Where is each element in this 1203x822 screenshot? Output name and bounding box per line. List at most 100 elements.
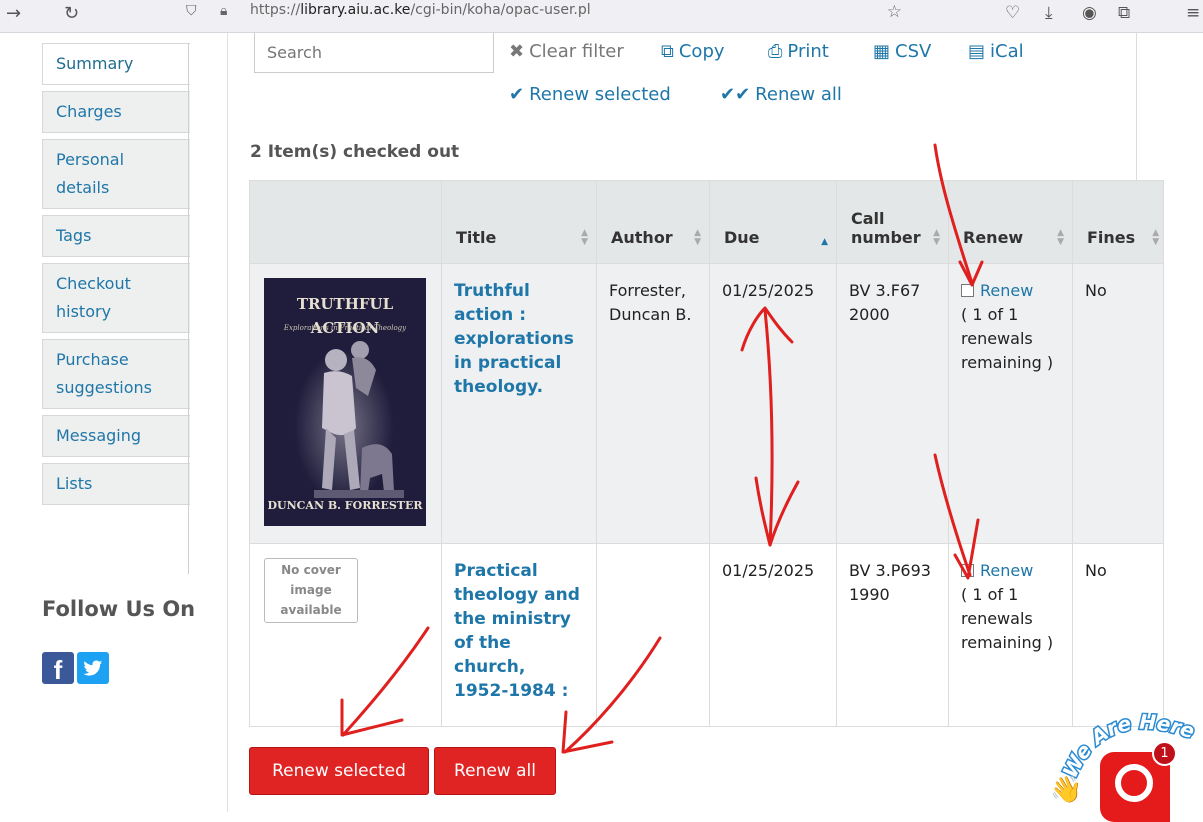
menu-item-purchase-suggestions[interactable]: Purchase suggestions: [42, 339, 190, 409]
header-fines-label: Fines: [1087, 228, 1136, 247]
sort-icon: ▲ ▼: [694, 228, 701, 247]
header-due-label: Due: [724, 228, 760, 247]
title-cell: Practical theology and the ministry of t…: [441, 543, 597, 727]
copy-button[interactable]: ⧉ Copy: [661, 41, 725, 63]
menu-item-messaging[interactable]: Messaging: [42, 415, 190, 457]
due-cell: 01/25/2025: [709, 543, 837, 727]
ical-button[interactable]: ▤ iCal: [968, 41, 1024, 63]
menu-item-summary[interactable]: Summary: [42, 43, 190, 85]
download-icon[interactable]: ⤓: [1045, 0, 1053, 26]
renew-selected-button[interactable]: Renew selected: [249, 747, 429, 795]
sort-ascending-icon: ▲: [821, 237, 828, 247]
ical-label: iCal: [990, 41, 1024, 62]
clear-icon: ✖: [509, 41, 525, 62]
content-divider: [1136, 33, 1137, 181]
forward-icon[interactable]: →: [6, 0, 21, 28]
copy-label: Copy: [678, 41, 725, 62]
reload-icon[interactable]: ↻: [64, 0, 79, 28]
title-link[interactable]: Practical theology and the ministry of t…: [454, 559, 584, 703]
header-renew[interactable]: Renew ▲ ▼: [948, 180, 1073, 264]
table-header-row: Title ▲ ▼ Author ▲ ▼ Due ▲ Call number ▲ ▼ Rene…: [249, 180, 1165, 264]
renewals-remaining: ( 1 of 1 renewals remaining ): [961, 585, 1054, 652]
renew-selected-link[interactable]: ✔ Renew selected: [509, 84, 671, 106]
renew-link[interactable]: Renew: [980, 281, 1033, 300]
items-checked-out-count: 2 Item(s) checked out: [250, 142, 460, 162]
header-title-label: Title: [456, 228, 497, 247]
book-cover-image[interactable]: TRUTHFUL ACTION Explorations in Practica…: [264, 278, 426, 526]
chat-notification-badge: 1: [1152, 741, 1177, 766]
renewals-remaining: ( 1 of 1 renewals remaining ): [961, 305, 1054, 372]
sort-icon: ▲ ▼: [581, 228, 588, 247]
chat-widget[interactable]: We Are Here! 👋 1: [1045, 700, 1203, 822]
left-panel: Summary Charges Personal details Tags Ch…: [0, 33, 228, 812]
calendar-icon: ▤: [968, 41, 986, 62]
author-cell: [596, 543, 710, 727]
renew-all-link[interactable]: ✔✔ Renew all: [720, 84, 842, 106]
cover-cell: No cover image available: [249, 543, 442, 727]
double-check-icon: ✔✔: [720, 84, 751, 105]
twitter-icon[interactable]: [77, 652, 109, 684]
cover-author: DUNCAN B. FORRESTER: [267, 499, 423, 512]
renew-cell: Renew ( 1 of 1 renewals remaining ): [948, 263, 1073, 544]
fines-cell: No: [1071, 263, 1165, 544]
copy-icon: ⧉: [661, 41, 674, 62]
header-author[interactable]: Author ▲ ▼: [596, 180, 710, 264]
address-bar[interactable]: ⛉ 🔒︎ https://library.aiu.ac.ke/cgi-bin/k…: [168, 0, 910, 28]
call-number-cell: BV 3.P693 1990: [836, 543, 949, 727]
sort-icon: ▲ ▼: [933, 228, 940, 247]
header-call-number-label: Call number: [851, 209, 921, 247]
social-links: f: [42, 652, 109, 685]
wave-hand-icon: 👋: [1050, 775, 1083, 805]
pocket-icon[interactable]: ♡: [1005, 0, 1020, 26]
menu-item-tags[interactable]: Tags: [42, 215, 190, 257]
header-title[interactable]: Title ▲ ▼: [441, 180, 597, 264]
cover-cell: TRUTHFUL ACTION Explorations in Practica…: [249, 263, 442, 544]
checkouts-table: Title ▲ ▼ Author ▲ ▼ Due ▲ Call number ▲ ▼ Rene…: [249, 180, 1165, 727]
due-cell: 01/25/2025: [709, 263, 837, 544]
extensions-icon[interactable]: ⧉: [1118, 0, 1130, 26]
renew-link[interactable]: Renew: [980, 561, 1033, 580]
header-renew-label: Renew: [963, 228, 1024, 247]
print-label: Print: [787, 41, 829, 62]
clear-filter-button[interactable]: ✖ Clear filter: [509, 41, 624, 63]
no-cover-placeholder: No cover image available: [264, 558, 358, 623]
check-icon: ✔: [509, 84, 525, 105]
table-icon: ▦: [873, 41, 891, 62]
sort-icon: ▲ ▼: [1057, 228, 1064, 247]
user-menu: Summary Charges Personal details Tags Ch…: [42, 43, 190, 511]
clear-filter-label: Clear filter: [529, 41, 624, 62]
header-due[interactable]: Due ▲: [709, 180, 837, 264]
table-row: TRUTHFUL ACTION Explorations in Practica…: [249, 263, 1165, 544]
csv-button[interactable]: ▦ CSV: [873, 41, 931, 63]
table-row: No cover image available Practical theol…: [249, 543, 1165, 727]
shield-icon[interactable]: ⛉: [186, 3, 197, 19]
print-button[interactable]: ⎙ Print: [768, 41, 829, 63]
lock-icon[interactable]: 🔒︎: [220, 3, 227, 19]
renew-checkbox[interactable]: [961, 284, 974, 297]
sort-icon: ▲ ▼: [1152, 228, 1160, 247]
table-search-input[interactable]: [254, 33, 494, 73]
print-icon: ⎙: [768, 41, 783, 62]
renew-all-link-label: Renew all: [755, 84, 842, 105]
csv-label: CSV: [895, 41, 932, 62]
call-number-cell: BV 3.F67 2000: [836, 263, 949, 544]
account-icon[interactable]: ◉: [1082, 0, 1097, 26]
menu-item-charges[interactable]: Charges: [42, 91, 190, 133]
title-cell: Truthful action : explorations in practi…: [441, 263, 597, 544]
menu-icon[interactable]: ≡: [1186, 0, 1200, 26]
author-cell: Forrester, Duncan B.: [596, 263, 710, 544]
header-fines[interactable]: Fines ▲ ▼: [1071, 180, 1165, 264]
menu-item-lists[interactable]: Lists: [42, 463, 190, 505]
header-call-number[interactable]: Call number ▲ ▼: [836, 180, 949, 264]
menu-item-personal-details[interactable]: Personal details: [42, 139, 190, 209]
header-author-label: Author: [611, 228, 673, 247]
url-text: https://library.aiu.ac.ke/cgi-bin/koha/o…: [250, 2, 591, 18]
facebook-icon[interactable]: f: [42, 652, 74, 685]
menu-item-checkout-history[interactable]: Checkout history: [42, 263, 190, 333]
title-link[interactable]: Truthful action : explorations in practi…: [454, 279, 584, 399]
menu-divider: [188, 43, 189, 574]
renew-checkbox[interactable]: [961, 564, 974, 577]
renew-all-button[interactable]: Renew all: [434, 747, 556, 795]
browser-toolbar: → ↻ ⛉ 🔒︎ https://library.aiu.ac.ke/cgi-b…: [0, 0, 1203, 33]
bookmark-star-icon[interactable]: ☆: [887, 2, 902, 22]
